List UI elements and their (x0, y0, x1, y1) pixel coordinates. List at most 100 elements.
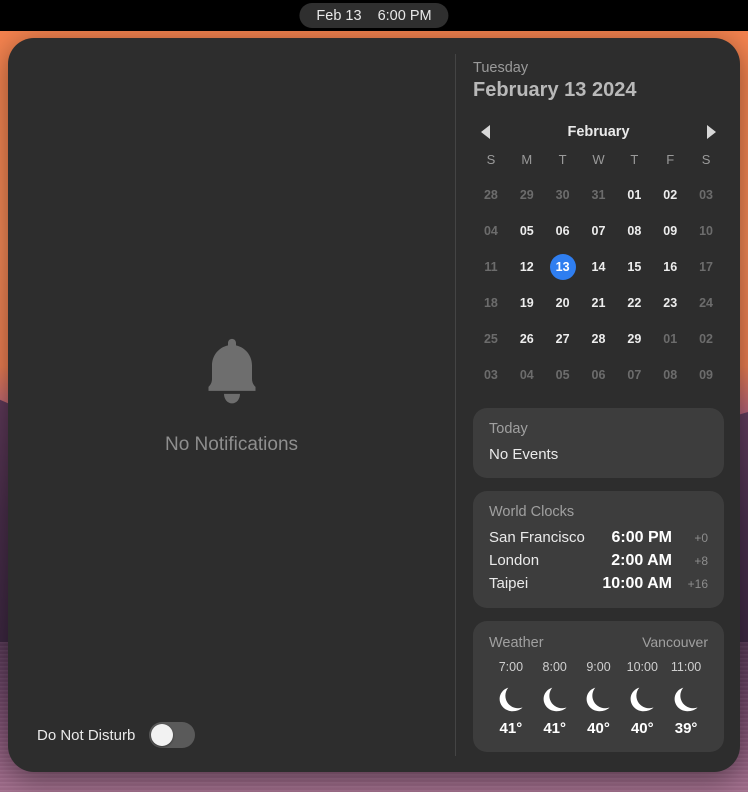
calendar-day-cell[interactable]: 10 (688, 218, 724, 244)
calendar-day-cell[interactable]: 02 (652, 182, 688, 208)
calendar-day-cell[interactable]: 18 (473, 290, 509, 316)
calendar-day-cell[interactable]: 20 (545, 290, 581, 316)
calendar-day-number: 26 (519, 332, 534, 346)
calendar-weekday-6: S (701, 152, 711, 167)
calendar-day-number: 10 (699, 224, 714, 238)
weather-widget[interactable]: Weather Vancouver 7:00 41° 8:00 41° 9:00 40° 1… (473, 621, 724, 752)
world-clock-row: San Francisco 6:00 PM +0 (489, 529, 708, 547)
calendar-day-cell[interactable]: 09 (652, 218, 688, 244)
calendar-day-number: 17 (699, 260, 714, 274)
calendar-day-number: 11 (484, 260, 498, 274)
moon-icon (664, 681, 708, 715)
calendar-day-number: 30 (555, 188, 570, 202)
calendar-day-cell[interactable]: 28 (581, 326, 617, 352)
calendar-day-cell[interactable]: 03 (688, 182, 724, 208)
calendar-day-cell[interactable]: 26 (509, 326, 545, 352)
weather-header: Weather Vancouver (489, 634, 708, 651)
do-not-disturb-row[interactable]: Do Not Disturb (37, 722, 196, 748)
notification-center-panel: No Notifications Do Not Disturb Tuesday … (8, 38, 740, 772)
calendar-day-cell[interactable]: 28 (473, 182, 509, 208)
calendar-day-cell[interactable]: 30 (545, 182, 581, 208)
calendar-day-cell[interactable]: 04 (473, 218, 509, 244)
chevron-left-icon[interactable] (481, 125, 490, 139)
do-not-disturb-toggle[interactable] (149, 722, 196, 748)
calendar-day-cell[interactable]: 23 (652, 290, 688, 316)
weather-title: Weather (489, 635, 544, 651)
calendar-day-cell[interactable]: 15 (616, 254, 652, 280)
calendar-day-cell[interactable]: 08 (652, 362, 688, 388)
calendar-day-cell[interactable]: 01 (652, 326, 688, 352)
calendar-day-cell[interactable]: 29 (509, 182, 545, 208)
world-clocks-widget[interactable]: World Clocks San Francisco 6:00 PM +0 Londo… (473, 491, 724, 608)
calendar-day-number: 20 (555, 296, 570, 310)
calendar-day-cell[interactable]: 07 (616, 362, 652, 388)
widgets-column: Tuesday February 13 2024 February S M T W T F… (456, 38, 740, 772)
calendar-day-cell[interactable]: 19 (509, 290, 545, 316)
calendar-day-cell[interactable]: 12 (509, 254, 545, 280)
calendar-day-number: 19 (519, 296, 534, 310)
calendar-day-number: 05 (555, 368, 570, 382)
world-clocks-list: San Francisco 6:00 PM +0 London 2:00 AM +8 Tai… (489, 529, 708, 593)
calendar-day-cell[interactable]: 29 (616, 326, 652, 352)
weather-location: Vancouver (642, 634, 708, 650)
events-widget-body: No Events (489, 446, 559, 463)
calendar-day-cell[interactable]: 31 (581, 182, 617, 208)
events-widget[interactable]: Today No Events (473, 408, 724, 478)
calendar-day-cell[interactable]: 22 (616, 290, 652, 316)
calendar-day-number: 22 (627, 296, 642, 310)
calendar-day-cell[interactable]: 05 (509, 218, 545, 244)
calendar-day-number: 01 (663, 332, 678, 346)
calendar-day-cell[interactable]: 06 (545, 218, 581, 244)
calendar-day-number: 03 (483, 368, 498, 382)
calendar-day-cell[interactable]: 25 (473, 326, 509, 352)
calendar-nav: February (473, 124, 724, 140)
calendar-day-cell[interactable]: 05 (545, 362, 581, 388)
weather-hour-temp: 40° (630, 720, 654, 737)
calendar-day-number: 08 (627, 224, 642, 238)
events-widget-title: Today (489, 421, 528, 437)
calendar-day-number: 07 (591, 224, 606, 238)
world-clock-city: Taipei (489, 575, 529, 592)
moon-icon (577, 681, 621, 715)
world-clock-row: Taipei 10:00 AM +16 (489, 575, 708, 593)
calendar-day-cell[interactable]: 03 (473, 362, 509, 388)
weather-hour-column: 7:00 41° (489, 660, 533, 737)
calendar-day-cell[interactable]: 16 (652, 254, 688, 280)
calendar-day-cell[interactable]: 09 (688, 362, 724, 388)
menubar-clock[interactable]: Feb 13 6:00 PM (299, 3, 449, 28)
do-not-disturb-label: Do Not Disturb (37, 726, 136, 744)
calendar-day-cell[interactable]: 27 (545, 326, 581, 352)
world-clock-city: London (489, 552, 540, 569)
calendar-weekday-4: T (630, 152, 639, 167)
moon-icon (620, 681, 664, 715)
chevron-right-icon[interactable] (707, 125, 716, 139)
world-clock-row: London 2:00 AM +8 (489, 552, 708, 570)
no-notifications-label: No Notifications (164, 433, 299, 455)
calendar-day-cell[interactable]: 21 (581, 290, 617, 316)
weather-hour-column: 9:00 40° (577, 660, 621, 737)
moon-icon (489, 681, 533, 715)
calendar-day-cell[interactable]: 01 (616, 182, 652, 208)
weather-hour-time: 11:00 (670, 660, 702, 674)
calendar-day-selected: 13 (549, 254, 576, 280)
calendar-day-cell[interactable]: 24 (688, 290, 724, 316)
calendar-day-cell[interactable]: 02 (688, 326, 724, 352)
calendar-weekday-2: T (558, 152, 567, 167)
weather-hour-temp: 39° (674, 720, 698, 737)
calendar-day-number: 09 (699, 368, 714, 382)
calendar-day-cell[interactable]: 07 (581, 218, 617, 244)
world-clock-offset: +16 (687, 577, 708, 591)
calendar-day-cell[interactable]: 04 (509, 362, 545, 388)
calendar-day-cell[interactable]: 17 (688, 254, 724, 280)
calendar-day-number: 02 (663, 188, 678, 202)
calendar-day-cell[interactable]: 14 (581, 254, 617, 280)
calendar-day-cell[interactable]: 06 (581, 362, 617, 388)
no-notifications-placeholder: No Notifications (8, 335, 455, 456)
calendar-day-cell[interactable]: 08 (616, 218, 652, 244)
calendar-grid: S M T W T F S 28 29 30 31 01 02 03 04 05 06 07 08 09 10 11 12 1… (473, 152, 724, 388)
calendar-day-cell[interactable]: 11 (473, 254, 509, 280)
header-date: February 13 2024 (473, 79, 637, 101)
calendar-day-number: 14 (591, 260, 606, 274)
calendar-day-cell[interactable]: 13 (545, 254, 581, 280)
world-clock-offset: +8 (694, 554, 708, 568)
